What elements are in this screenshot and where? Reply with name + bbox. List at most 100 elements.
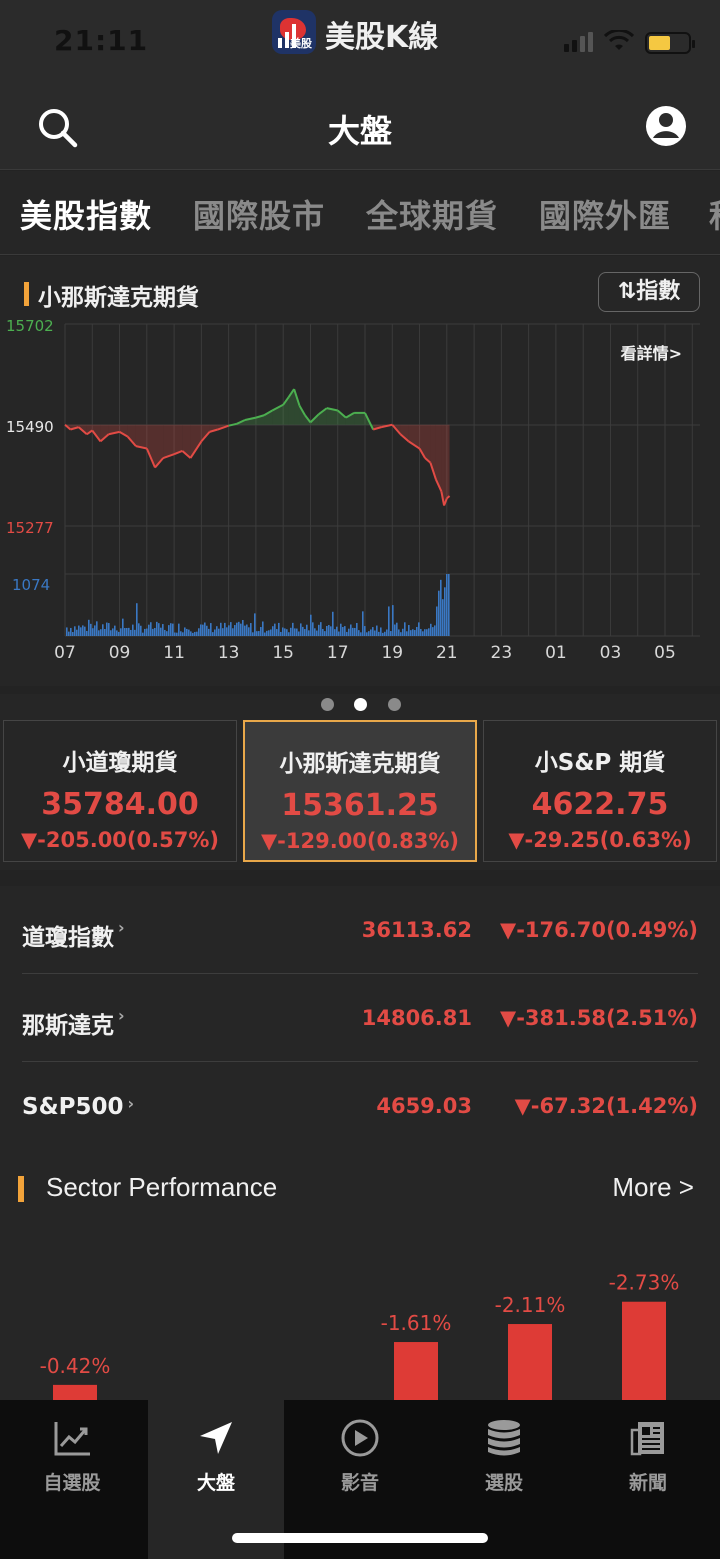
volume-bar — [116, 630, 118, 636]
volume-bar — [372, 627, 374, 636]
app-title: 美股K線 — [325, 20, 439, 55]
volume-bar — [110, 630, 112, 636]
volume-bar — [406, 631, 408, 636]
volume-bar — [200, 624, 202, 636]
volume-bar — [274, 623, 276, 636]
sector-more-link[interactable]: More > — [612, 1172, 694, 1203]
volume-bar — [112, 628, 114, 636]
futures-card-name: 小道瓊期貨 — [62, 750, 178, 776]
volume-bar — [362, 611, 364, 636]
volume-bar — [348, 628, 350, 636]
volume-bar — [380, 627, 382, 636]
index-row-nasdaq[interactable]: 那斯達克 › 14806.81 ▼-381.58(2.51%) — [22, 974, 698, 1062]
x-tick-label: 09 — [109, 643, 131, 663]
volume-bar — [252, 632, 254, 636]
index-name: 那斯達克 › — [22, 1006, 125, 1040]
volume-bar — [440, 579, 442, 636]
line-chart-icon — [54, 1422, 90, 1456]
volume-bar — [384, 631, 386, 636]
view-detail-link[interactable]: 看詳情> — [620, 344, 682, 363]
cellular-signal-icon — [564, 32, 593, 52]
volume-bar — [428, 628, 430, 636]
tab-intl-forex[interactable]: 國際外匯 — [539, 191, 671, 237]
chart-pager — [0, 694, 720, 714]
volume-bar — [154, 627, 156, 636]
volume-bar — [398, 629, 400, 636]
volume-bar — [222, 628, 224, 636]
volume-bar — [370, 629, 372, 636]
futures-card-sp[interactable]: 小S&P 期貨 4622.75 ▼-29.25(0.63%) — [483, 720, 717, 862]
volume-bar — [358, 630, 360, 636]
volume-bar — [312, 622, 314, 636]
volume-bar — [168, 625, 170, 636]
volume-bar — [262, 621, 264, 636]
volume-bar — [108, 623, 110, 636]
tab-intl-stocks[interactable]: 國際股市 — [193, 191, 325, 237]
x-tick-label: 23 — [491, 643, 513, 663]
volume-bar — [434, 625, 436, 636]
database-stack-icon — [488, 1420, 520, 1456]
tab-us-indices[interactable]: 美股指數 — [20, 191, 152, 237]
y-tick-label: 15702 — [6, 317, 54, 335]
volume-bar — [114, 625, 116, 636]
volume-bar — [360, 632, 362, 636]
nav-bar: 大盤 — [0, 84, 720, 170]
volume-bar — [382, 632, 384, 636]
volume-bar — [148, 624, 150, 636]
status-bar: 21:11 美股 美股K線 — [0, 0, 720, 84]
sector-bar-chart[interactable]: -0.42% -1.61% -2.11% -2.73% — [0, 1226, 720, 1400]
volume-bar — [356, 622, 358, 636]
sector-bar — [394, 1342, 438, 1400]
sector-bar-label: -2.11% — [495, 1293, 566, 1317]
chevron-right-icon: › — [127, 1094, 135, 1113]
sector-performance-chart: -0.42% -1.61% -2.11% -2.73% — [0, 1226, 720, 1400]
intraday-chart[interactable]: 15702 15490 15277 1074 07 09 11 13 15 17 19 21 23 01 0… — [0, 256, 720, 686]
x-tick-label: 05 — [654, 643, 676, 663]
x-tick-label: 01 — [545, 643, 567, 663]
volume-bar — [244, 625, 246, 636]
volume-bar — [306, 624, 308, 636]
volume-bar — [334, 629, 336, 636]
volume-bar — [444, 587, 446, 636]
futures-card-dow[interactable]: 小道瓊期貨 35784.00 ▼-205.00(0.57%) — [3, 720, 237, 862]
volume-bar — [184, 627, 186, 636]
volume-bar — [228, 625, 230, 636]
price-area-segment — [425, 424, 431, 463]
volume-bar — [410, 630, 412, 636]
price-area-segment — [174, 424, 183, 455]
volume-bar — [82, 625, 84, 636]
tab-watchlist[interactable]: 自選股 — [0, 1400, 144, 1559]
volume-bar — [138, 623, 140, 636]
index-row-dow[interactable]: 道瓊指數 › 36113.62 ▼-176.70(0.49%) — [22, 886, 698, 974]
tab-more-partial[interactable]: 科 — [709, 191, 720, 237]
volume-bar — [132, 624, 134, 636]
user-icon[interactable] — [644, 104, 688, 148]
futures-card-nasdaq[interactable]: 小那斯達克期貨 15361.25 ▼-129.00(0.83%) — [243, 720, 477, 862]
volume-bar — [388, 606, 390, 636]
pager-dot-1[interactable] — [321, 698, 334, 711]
futures-card-price: 4622.75 — [531, 787, 669, 822]
volume-bar — [224, 622, 226, 636]
volume-bar — [310, 614, 312, 636]
tab-global-futures[interactable]: 全球期貨 — [366, 191, 498, 237]
pager-dot-2[interactable] — [354, 698, 367, 711]
volume-bar — [250, 623, 252, 636]
pager-dot-3[interactable] — [388, 698, 401, 711]
volume-bar — [96, 621, 98, 636]
index-name: 道瓊指數 › — [22, 918, 125, 952]
volume-bar — [216, 626, 218, 636]
volume-bar — [412, 629, 414, 636]
tab-news[interactable]: 新聞 — [576, 1400, 720, 1559]
volume-bar — [166, 631, 168, 636]
wifi-icon — [604, 30, 634, 50]
volume-bar — [104, 628, 106, 636]
volume-bar — [142, 632, 144, 636]
volume-bar — [172, 623, 174, 636]
price-area-segment — [446, 424, 450, 499]
sector-bar — [622, 1301, 666, 1400]
index-name-label: 道瓊指數 — [22, 925, 114, 951]
sector-performance-header: Sector Performance More > — [0, 1156, 720, 1226]
index-row-sp500[interactable]: S&P500 › 4659.03 ▼-67.32(1.42%) — [22, 1062, 698, 1150]
volume-bar — [220, 622, 222, 636]
futures-card-change: ▼-129.00(0.83%) — [261, 829, 459, 853]
